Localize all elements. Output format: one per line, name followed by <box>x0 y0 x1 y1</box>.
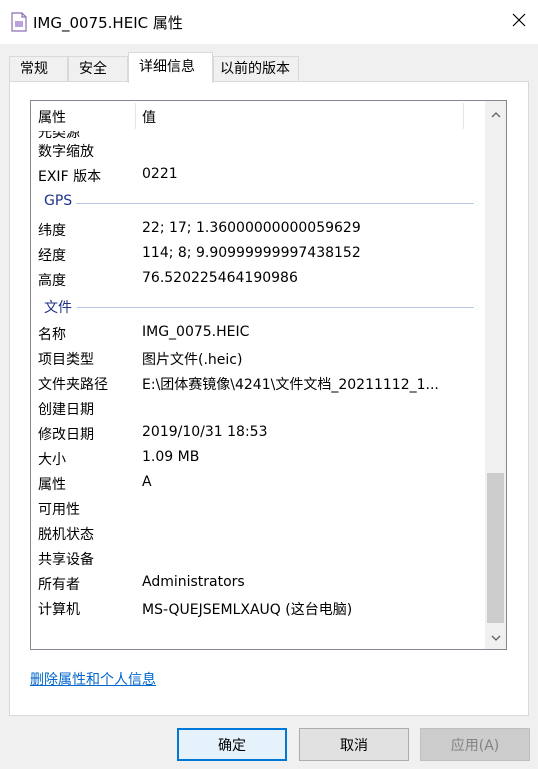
column-divider[interactable] <box>135 103 136 129</box>
list-item[interactable]: 所有者 Administrators <box>31 571 484 596</box>
group-label: GPS <box>44 193 73 209</box>
tab-previous-versions[interactable]: 以前的版本 <box>213 56 299 82</box>
scroll-up-button[interactable] <box>485 103 506 125</box>
list-item[interactable]: 属性 A <box>31 471 484 496</box>
property-value: IMG_0075.HEIC <box>142 324 250 340</box>
property-name: 属性 <box>38 477 66 493</box>
property-name: 计算机 <box>38 602 80 618</box>
tab-strip: 常规 安全 详细信息 以前的版本 <box>9 52 529 83</box>
property-value: Administrators <box>142 574 245 590</box>
window-title: IMG_0075.HEIC 属性 <box>33 14 183 32</box>
ok-button[interactable]: 确定 <box>177 728 287 761</box>
tab-details[interactable]: 详细信息 <box>128 52 213 83</box>
property-value: 76.520225464190986 <box>142 270 298 286</box>
property-value: MS-QUEJSEMLXAUQ (这台电脑) <box>142 602 353 618</box>
property-value: 图片文件(.heic) <box>142 352 243 368</box>
column-divider[interactable] <box>463 103 464 129</box>
property-name: 脱机状态 <box>38 527 94 543</box>
list-item[interactable]: 项目类型 图片文件(.heic) <box>31 346 484 371</box>
property-name: 所有者 <box>38 577 80 593</box>
property-name: 可用性 <box>38 502 80 518</box>
group-divider <box>77 307 474 308</box>
vertical-scrollbar[interactable] <box>485 101 506 649</box>
scroll-thumb[interactable] <box>487 473 504 623</box>
property-value: 0221 <box>142 166 178 182</box>
property-name: 文件夹路径 <box>38 377 108 393</box>
list-item[interactable]: 高度 76.520225464190986 <box>31 267 484 292</box>
property-value: 2019/10/31 18:53 <box>142 424 268 440</box>
list-item[interactable]: EXIF 版本 0221 <box>31 163 484 188</box>
scroll-down-icon <box>491 629 501 645</box>
column-header-value[interactable]: 值 <box>142 107 156 127</box>
list-item[interactable]: 经度 114; 8; 9.90999999997438152 <box>31 242 484 267</box>
remove-properties-link[interactable]: 删除属性和个人信息 <box>30 669 156 689</box>
property-name: 名称 <box>38 327 66 343</box>
list-rows: 光类源 数字缩放 EXIF 版本 0221 GPS 纬度 22; 17; 1.3… <box>31 131 484 649</box>
list-item[interactable]: 共享设备 <box>31 546 484 571</box>
column-header-property[interactable]: 属性 <box>38 107 66 127</box>
property-name: 经度 <box>38 248 66 264</box>
tab-security[interactable]: 安全 <box>68 56 128 82</box>
group-header-gps[interactable]: GPS <box>31 191 484 216</box>
property-name: 项目类型 <box>38 352 94 368</box>
list-item[interactable]: 修改日期 2019/10/31 18:53 <box>31 421 484 446</box>
list-item[interactable]: 可用性 <box>31 496 484 521</box>
close-button[interactable] <box>500 4 538 40</box>
property-name: 大小 <box>38 452 66 468</box>
apply-button[interactable]: 应用(A) <box>420 728 530 761</box>
property-name: 创建日期 <box>38 402 94 418</box>
title-bar: IMG_0075.HEIC 属性 <box>0 0 538 44</box>
group-divider <box>76 203 474 204</box>
property-name: 纬度 <box>38 223 66 239</box>
property-name: EXIF 版本 <box>38 169 102 185</box>
property-name: 共享设备 <box>38 552 94 568</box>
property-value: E:\团体赛镜像\4241\文件文档_20211112_1... <box>142 377 439 393</box>
property-value: 22; 17; 1.36000000000059629 <box>142 220 361 236</box>
property-value: 114; 8; 9.90999999997438152 <box>142 245 361 261</box>
property-value: 1.09 MB <box>142 449 200 465</box>
list-item[interactable]: 纬度 22; 17; 1.36000000000059629 <box>31 217 484 242</box>
group-label: 文件 <box>44 300 72 316</box>
scroll-down-button[interactable] <box>485 626 506 648</box>
property-value: A <box>142 474 152 490</box>
property-name: 数字缩放 <box>38 144 94 160</box>
property-name: 高度 <box>38 273 66 289</box>
tab-general[interactable]: 常规 <box>9 56 68 82</box>
group-header-file[interactable]: 文件 <box>31 295 484 320</box>
list-item[interactable]: 数字缩放 <box>31 138 484 163</box>
property-name: 修改日期 <box>38 427 94 443</box>
list-item[interactable]: 大小 1.09 MB <box>31 446 484 471</box>
cancel-button[interactable]: 取消 <box>299 728 409 761</box>
scroll-up-icon <box>491 106 501 122</box>
file-icon <box>10 12 28 32</box>
list-item[interactable]: 创建日期 <box>31 396 484 421</box>
list-header: 属性 值 <box>31 101 484 131</box>
list-item[interactable]: 计算机 MS-QUEJSEMLXAUQ (这台电脑) <box>31 596 484 621</box>
list-item[interactable]: 脱机状态 <box>31 521 484 546</box>
list-item[interactable]: 名称 IMG_0075.HEIC <box>31 321 484 346</box>
close-icon <box>512 13 526 31</box>
properties-list[interactable]: 属性 值 光类源 数字缩放 EXIF 版本 0221 GPS 纬度 22; 17… <box>30 100 507 650</box>
list-item[interactable]: 文件夹路径 E:\团体赛镜像\4241\文件文档_20211112_1... <box>31 371 484 396</box>
